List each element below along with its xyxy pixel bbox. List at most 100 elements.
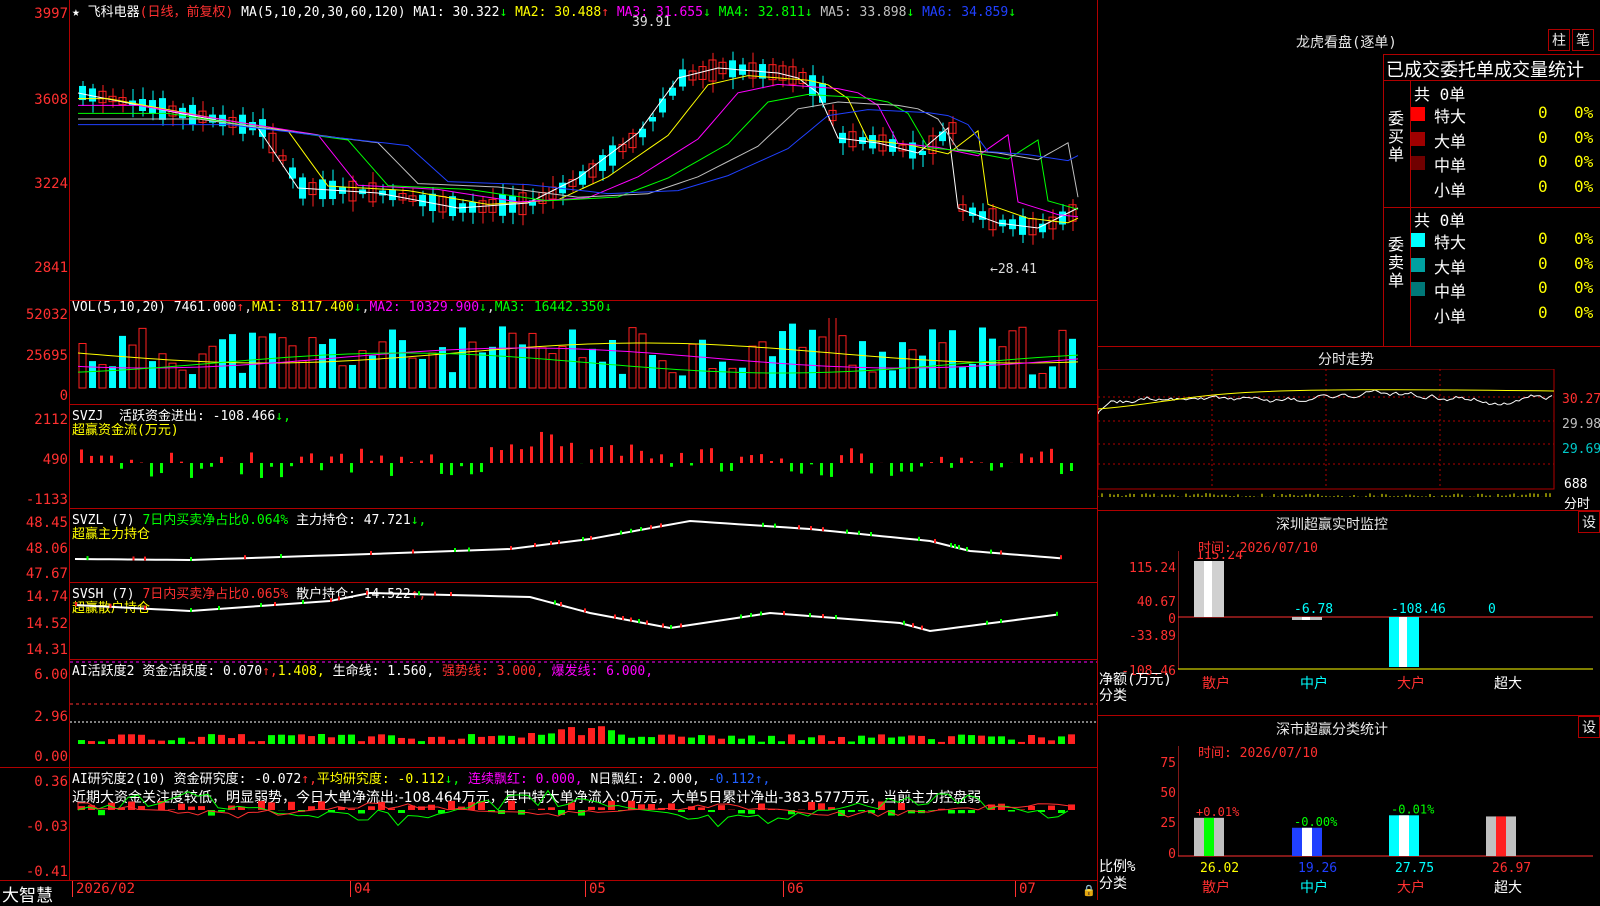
flow-bar	[650, 458, 653, 463]
intraday-chart[interactable]	[1098, 369, 1600, 511]
research-bar	[898, 803, 905, 810]
order-row-label: 小单	[1434, 177, 1466, 201]
tick-mark	[762, 523, 764, 527]
tick-mark	[846, 530, 848, 534]
tick-mark	[1000, 619, 1002, 623]
flow-bar	[250, 452, 253, 463]
retail-holding-chart[interactable]	[70, 583, 1097, 659]
tick-mark	[558, 540, 560, 544]
active-bar	[1028, 735, 1035, 744]
flow-bar	[770, 461, 773, 463]
main-holding-chart[interactable]	[70, 509, 1097, 582]
vol-ma-line	[78, 353, 1078, 373]
research-bar	[548, 807, 555, 810]
net-value: -6.78	[1294, 602, 1333, 617]
tick-mark	[1000, 550, 1002, 554]
tick-mark	[809, 613, 811, 617]
vol-bar	[339, 366, 346, 388]
active-bar	[128, 734, 135, 744]
price-tick: 2841	[0, 260, 68, 276]
monitor-tick: 0	[1118, 612, 1176, 627]
net-value: 0	[1488, 602, 1496, 617]
flow-bar	[1020, 454, 1023, 463]
tick-mark	[646, 621, 648, 625]
category-label: 散户	[1202, 675, 1230, 691]
flow-bar	[570, 443, 573, 463]
date-tick: 04	[350, 881, 371, 897]
flow-bar	[290, 463, 293, 466]
class-settings-button[interactable]: 设	[1578, 716, 1600, 738]
active-bar	[958, 735, 965, 744]
vol-bar	[859, 341, 866, 388]
vol-bar	[559, 346, 566, 388]
sz-monitor-chart[interactable]: 115.24散户-6.78中户-108.46大户0超大	[1178, 551, 1598, 691]
active-bar	[258, 741, 265, 744]
vol-bar	[479, 352, 486, 388]
vol-bar	[589, 349, 596, 388]
vol-bar	[799, 347, 806, 388]
candle-body	[659, 99, 666, 113]
vol-bar	[209, 346, 216, 388]
ratio-change: -0.00%	[1294, 815, 1338, 829]
lock-icon[interactable]: 🔒	[1082, 884, 1096, 897]
sz-class-chart[interactable]: +0.01%26.02散户-0.00%19.26中户-0.01%27.75大户2…	[1178, 746, 1598, 901]
tick-mark	[468, 548, 470, 552]
tick-mark	[870, 532, 872, 536]
tick-view-button[interactable]: 笔	[1572, 29, 1594, 51]
ai-active-tick: 0.00	[0, 749, 68, 765]
active-bar	[508, 736, 515, 744]
tick-mark	[1056, 612, 1058, 616]
volume-chart[interactable]	[70, 318, 1097, 403]
active-bar	[768, 736, 775, 744]
research-bar	[318, 801, 325, 810]
tick-mark	[614, 615, 616, 619]
left-chart-area[interactable]: 3997 3608 3224 2841 ★ 飞科电器(日线，前复权) MA(5,…	[0, 0, 1098, 900]
active-bar	[638, 737, 645, 744]
ai-research-chart[interactable]	[70, 768, 1097, 880]
order-row-pct: 0%	[1574, 177, 1593, 196]
flow-bar	[330, 456, 333, 463]
candlestick-chart[interactable]	[70, 18, 1097, 300]
active-bar	[678, 737, 685, 744]
active-bar	[538, 735, 545, 744]
monitor-settings-button[interactable]: 设	[1578, 511, 1600, 533]
research-bar	[858, 810, 865, 811]
flow-bar	[780, 458, 783, 463]
vol-bar	[749, 346, 756, 388]
flow-bar	[930, 462, 933, 463]
research-bar	[1008, 810, 1015, 812]
intraday-panel[interactable]: 分时走势 30.27 29.98 29.69 688 分时	[1098, 346, 1600, 510]
flow-bar	[460, 463, 463, 466]
ai-active-chart[interactable]	[70, 660, 1097, 767]
tick-mark	[302, 600, 304, 604]
intraday-tick: 688	[1564, 477, 1587, 492]
column-view-button[interactable]: 柱	[1548, 29, 1570, 51]
flow-bar	[350, 463, 353, 473]
vol-bar	[409, 358, 416, 388]
active-bar	[828, 741, 835, 744]
active-bar	[218, 735, 225, 744]
flow-bar	[990, 463, 993, 471]
flow-bar	[210, 463, 213, 467]
research-bar	[1058, 810, 1065, 813]
tick-mark	[338, 596, 340, 600]
order-row-pct: 0%	[1574, 152, 1593, 171]
vol-bar	[119, 336, 126, 388]
monitor-tick: 115.24	[1118, 561, 1176, 576]
net-value: 115.24	[1196, 551, 1243, 563]
active-bar	[938, 742, 945, 744]
tick-mark	[630, 618, 632, 622]
svzl-tick: 48.45	[0, 515, 68, 531]
fund-flow-chart[interactable]	[70, 405, 1097, 508]
flow-bar	[910, 463, 913, 472]
active-bar	[798, 740, 805, 744]
order-row-label: 特大	[1434, 103, 1466, 127]
active-bar	[138, 735, 145, 744]
active-bar	[178, 738, 185, 744]
active-bar	[988, 736, 995, 744]
tick-mark	[534, 543, 536, 547]
active-bar	[688, 738, 695, 744]
order-row: 中单00%	[1098, 277, 1600, 301]
tick-mark	[740, 615, 742, 619]
active-bar	[438, 737, 445, 744]
